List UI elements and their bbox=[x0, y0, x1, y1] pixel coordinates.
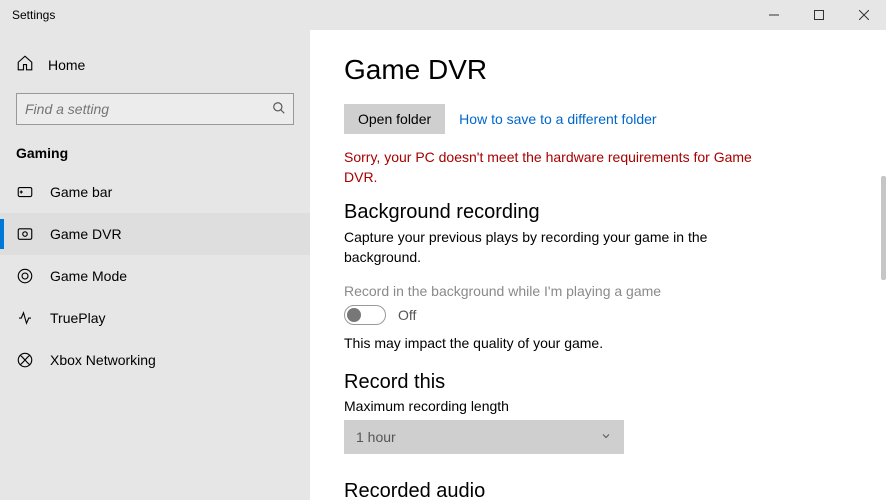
close-button[interactable] bbox=[841, 0, 886, 30]
folder-row: Open folder How to save to a different f… bbox=[344, 104, 846, 134]
background-recording-desc: Capture your previous plays by recording… bbox=[344, 228, 724, 267]
max-length-select[interactable]: 1 hour bbox=[344, 420, 624, 454]
trueplay-icon bbox=[16, 309, 34, 327]
window-controls bbox=[751, 0, 886, 30]
bg-toggle-state: Off bbox=[398, 307, 416, 323]
background-recording-heading: Background recording bbox=[344, 201, 846, 224]
sidebar-home[interactable]: Home bbox=[0, 46, 310, 83]
bg-impact-note: This may impact the quality of your game… bbox=[344, 335, 846, 351]
content: Game DVR Open folder How to save to a di… bbox=[310, 30, 886, 500]
settings-window: Settings Home bbox=[0, 0, 886, 500]
recorded-audio-heading: Recorded audio bbox=[344, 480, 846, 500]
maximize-icon bbox=[814, 10, 824, 20]
sidebar-category: Gaming bbox=[0, 141, 310, 171]
minimize-button[interactable] bbox=[751, 0, 796, 30]
sidebar-item-game-mode[interactable]: Game Mode bbox=[0, 255, 310, 297]
sidebar-item-label: Xbox Networking bbox=[50, 352, 156, 368]
chevron-down-icon bbox=[600, 429, 612, 445]
minimize-icon bbox=[769, 10, 779, 20]
xbox-icon bbox=[16, 351, 34, 369]
titlebar: Settings bbox=[0, 0, 886, 30]
game-mode-icon bbox=[16, 267, 34, 285]
search-icon bbox=[272, 101, 286, 120]
bg-toggle-label: Record in the background while I'm playi… bbox=[344, 283, 846, 299]
close-icon bbox=[859, 10, 869, 20]
sidebar-item-xbox-networking[interactable]: Xbox Networking bbox=[0, 339, 310, 381]
page-title: Game DVR bbox=[344, 54, 846, 86]
sidebar-item-game-dvr[interactable]: Game DVR bbox=[0, 213, 310, 255]
sidebar-item-label: Game Mode bbox=[50, 268, 127, 284]
window-title: Settings bbox=[12, 8, 55, 22]
help-link[interactable]: How to save to a different folder bbox=[459, 111, 656, 127]
open-folder-button[interactable]: Open folder bbox=[344, 104, 445, 134]
game-dvr-icon bbox=[16, 225, 34, 243]
sidebar-item-trueplay[interactable]: TruePlay bbox=[0, 297, 310, 339]
bg-toggle-row: Off bbox=[344, 305, 846, 325]
max-length-value: 1 hour bbox=[356, 429, 396, 445]
record-this-sub: Maximum recording length bbox=[344, 398, 846, 414]
sidebar-item-label: Game DVR bbox=[50, 226, 122, 242]
maximize-button[interactable] bbox=[796, 0, 841, 30]
search-input[interactable] bbox=[16, 93, 294, 125]
record-this-heading: Record this bbox=[344, 371, 846, 394]
error-message: Sorry, your PC doesn't meet the hardware… bbox=[344, 148, 784, 187]
toggle-knob-icon bbox=[347, 308, 361, 322]
search-wrap bbox=[16, 93, 294, 125]
sidebar: Home Gaming Game bar Game DVR bbox=[0, 30, 310, 500]
home-label: Home bbox=[48, 57, 85, 73]
game-bar-icon bbox=[16, 183, 34, 201]
body: Home Gaming Game bar Game DVR bbox=[0, 30, 886, 500]
bg-toggle[interactable] bbox=[344, 305, 386, 325]
scrollbar-thumb[interactable] bbox=[881, 176, 886, 280]
sidebar-item-label: Game bar bbox=[50, 184, 112, 200]
home-icon bbox=[16, 54, 34, 75]
sidebar-item-label: TruePlay bbox=[50, 310, 106, 326]
sidebar-item-game-bar[interactable]: Game bar bbox=[0, 171, 310, 213]
